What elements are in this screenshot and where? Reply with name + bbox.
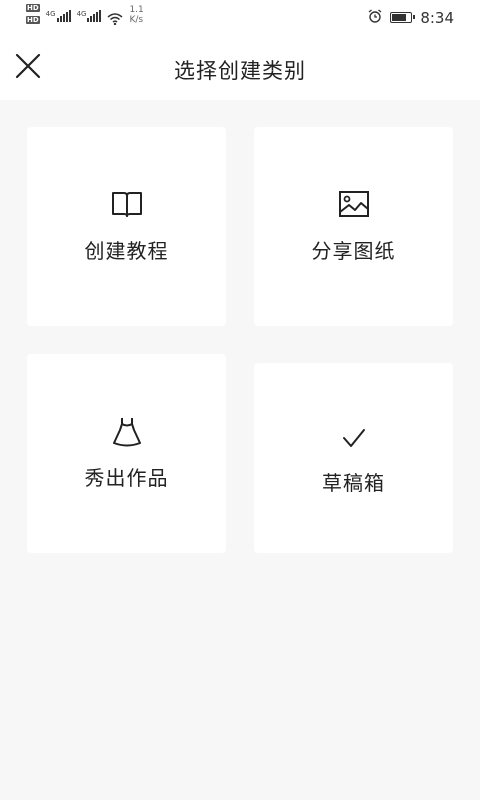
battery-fill xyxy=(392,14,406,21)
option-label: 分享图纸 xyxy=(311,239,396,263)
option-label: 秀出作品 xyxy=(84,466,169,490)
alarm-icon xyxy=(368,8,382,27)
option-label: 草稿箱 xyxy=(322,471,385,495)
network-type-label: 4G xyxy=(76,10,87,18)
signal-bars-icon xyxy=(56,10,71,22)
status-right: 8:34 xyxy=(368,8,454,27)
screen: HD HD 4G 4G 1.1 K/s 8:34 选择创建类别 创建教程 分享图… xyxy=(0,0,480,800)
hd-badge: HD xyxy=(26,4,40,12)
signal-2: 4G xyxy=(77,4,102,28)
hd-badge: HD xyxy=(26,16,40,24)
wifi-icon xyxy=(107,10,123,29)
dress-icon xyxy=(112,416,142,452)
signal-1: 4G xyxy=(46,4,71,28)
network-speed: 1.1 K/s xyxy=(129,5,143,25)
signal-bars-icon xyxy=(87,10,102,22)
network-type-label: 4G xyxy=(45,10,56,18)
image-icon xyxy=(338,190,370,222)
status-left: HD HD 4G 4G 1.1 K/s xyxy=(26,4,144,29)
check-icon xyxy=(341,427,367,453)
battery-icon xyxy=(390,12,416,23)
speed-value: 1.1 xyxy=(129,5,144,15)
speed-unit: K/s xyxy=(129,15,144,25)
book-icon xyxy=(111,190,143,222)
status-bar: HD HD 4G 4G 1.1 K/s 8:34 xyxy=(0,0,480,36)
hd-badges: HD HD xyxy=(26,4,40,24)
option-drafts[interactable]: 草稿箱 xyxy=(254,363,453,553)
status-time: 8:34 xyxy=(420,8,454,27)
header: 选择创建类别 xyxy=(0,36,480,100)
option-create-tutorial[interactable]: 创建教程 xyxy=(27,127,226,326)
option-label: 创建教程 xyxy=(84,239,169,263)
option-show-work[interactable]: 秀出作品 xyxy=(27,354,226,553)
option-share-drawing[interactable]: 分享图纸 xyxy=(254,127,453,326)
page-title: 选择创建类别 xyxy=(174,59,306,83)
